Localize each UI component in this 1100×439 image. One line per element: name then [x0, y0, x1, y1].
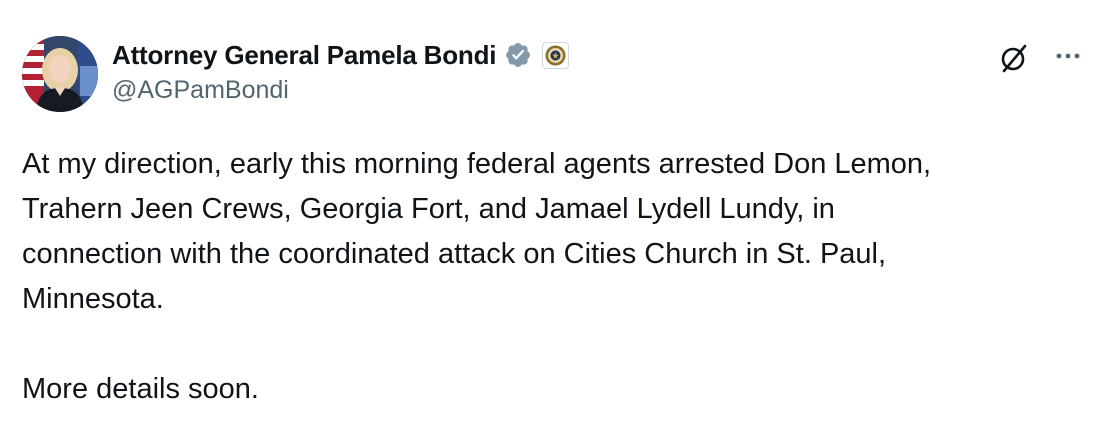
tweet-line: Minnesota.: [22, 283, 164, 315]
more-options-icon[interactable]: [1050, 40, 1086, 76]
tweet-line: At my direction, early this morning fede…: [22, 148, 932, 180]
doj-seal-icon[interactable]: [542, 41, 570, 69]
verified-check-icon[interactable]: [504, 41, 532, 69]
tweet-line: Trahern Jeen Crews, Georgia Fort, and Ja…: [22, 193, 835, 225]
avatar[interactable]: [22, 36, 98, 112]
tweet-text: At my direction, early this morning fede…: [22, 142, 1082, 412]
tweet-line: connection with the coordinated attack o…: [22, 238, 887, 270]
tweet-header: Attorney General Pamela Bondi @AGPamBond…: [112, 38, 980, 105]
slashed-circle-icon[interactable]: [996, 40, 1032, 76]
name-row: Attorney General Pamela Bondi: [112, 38, 980, 72]
profile-photo-icon: [22, 36, 98, 112]
display-name[interactable]: Attorney General Pamela Bondi: [112, 40, 497, 71]
tweet-card: Attorney General Pamela Bondi @AGPamBond…: [0, 0, 1100, 439]
user-handle[interactable]: @AGPamBondi: [112, 76, 980, 105]
tweet-closing-line: More details soon.: [22, 373, 259, 405]
